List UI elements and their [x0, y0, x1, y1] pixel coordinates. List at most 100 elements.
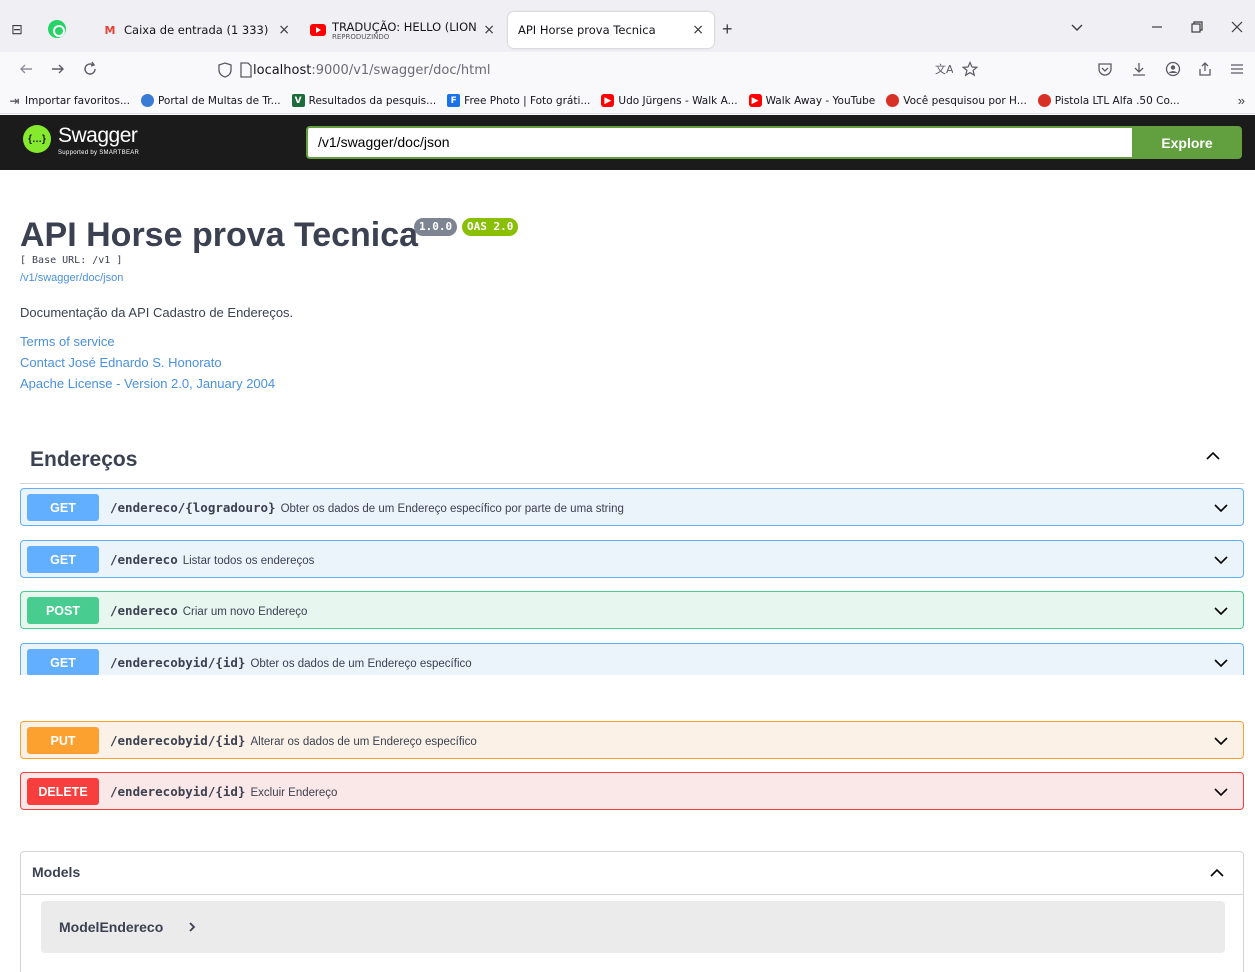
operation-get-endereco-logradouro[interactable]: GET /endereco/{logradouro} Obter os dados…: [20, 488, 1244, 526]
bookmark-label: Pistola LTL Alfa .50 Co...: [1054, 94, 1180, 107]
new-tab-button[interactable]: +: [722, 20, 733, 38]
contact-link[interactable]: Contact José Ednardo S. Honorato: [20, 355, 222, 370]
tab-close-icon[interactable]: ×: [692, 22, 704, 38]
chevron-down-icon: [1214, 737, 1228, 746]
portal-icon: [140, 94, 154, 107]
bookmark-label: Udo Jürgens - Walk A...: [618, 94, 738, 107]
method-badge: GET: [27, 649, 99, 676]
browser-tab-bar: ⊟ M Caixa de entrada (1 333) - ednar × T…: [0, 0, 1255, 52]
operation-post-endereco[interactable]: POST /endereco Criar um novo Endereço: [20, 591, 1244, 629]
back-icon[interactable]: [18, 61, 34, 82]
bookmark-item[interactable]: ▶ Udo Jürgens - Walk A...: [601, 94, 738, 107]
model-item[interactable]: ModelEndereco: [41, 901, 1225, 953]
list-all-tabs-icon[interactable]: [1070, 20, 1084, 37]
operation-delete-enderecobyid[interactable]: DELETE /enderecobyid/{id} Excluir Endereç…: [20, 772, 1244, 810]
operation-summary: Criar um novo Endereço: [182, 606, 308, 618]
spec-json-link[interactable]: /v1/swagger/doc/json: [20, 272, 123, 284]
chevron-down-icon: [1214, 556, 1228, 565]
close-window-icon[interactable]: [1230, 20, 1244, 37]
chevron-up-icon: [1206, 451, 1220, 460]
terms-of-service-link[interactable]: Terms of service: [20, 334, 115, 349]
bookmark-label: Walk Away - YouTube: [765, 94, 876, 107]
translate-icon[interactable]: 文A: [935, 61, 954, 80]
bookmark-item[interactable]: ▶ Walk Away - YouTube: [748, 94, 876, 107]
address-bar[interactable]: localhost:9000/v1/swagger/doc/html 文A: [205, 56, 985, 84]
import-icon: ⇥: [9, 93, 20, 108]
svg-text:文A: 文A: [935, 62, 953, 76]
gmail-icon: M: [104, 23, 116, 37]
tab-close-icon[interactable]: ×: [278, 22, 290, 38]
page-info-icon[interactable]: [239, 62, 253, 83]
bookmark-item[interactable]: Pistola LTL Alfa .50 Co...: [1037, 94, 1180, 107]
store-icon: [886, 94, 900, 107]
restore-icon[interactable]: [1190, 20, 1204, 37]
bookmark-item[interactable]: F Free Photo | Foto gráti...: [447, 94, 590, 107]
tracking-shield-icon[interactable]: [217, 62, 233, 83]
operation-path: /enderecobyid/{id}: [110, 655, 246, 670]
tab-list-icon[interactable]: ⊟: [8, 20, 26, 38]
tab-close-icon[interactable]: ×: [483, 22, 495, 38]
chevron-down-icon: [1214, 659, 1228, 668]
operation-get-endereco[interactable]: GET /endereco Listar todos os endereços: [20, 540, 1244, 578]
bookmark-item[interactable]: Portal de Multas de Tr...: [140, 94, 281, 107]
search-results-icon: V: [291, 94, 305, 107]
bookmark-label: Portal de Multas de Tr...: [157, 94, 281, 107]
chevron-down-icon: [1214, 504, 1228, 513]
tab-swagger-active[interactable]: API Horse prova Tecnica ×: [508, 12, 714, 48]
url-host: localhost: [253, 62, 312, 78]
operation-summary: Excluir Endereço: [250, 787, 338, 799]
method-badge: POST: [27, 597, 99, 624]
reload-icon[interactable]: [82, 61, 98, 82]
explore-button[interactable]: Explore: [1132, 126, 1242, 159]
bookmark-label: Free Photo | Foto gráti...: [464, 94, 591, 107]
minimize-icon[interactable]: [1150, 20, 1164, 37]
license-link[interactable]: Apache License - Version 2.0, January 20…: [20, 376, 275, 391]
bookmark-item[interactable]: Você pesquisou por H...: [886, 94, 1027, 107]
youtube-icon: ▶: [601, 94, 615, 107]
youtube-icon: ▶: [748, 94, 762, 107]
forward-icon[interactable]: [50, 61, 66, 82]
swagger-logo-icon: {…}: [23, 125, 51, 153]
account-icon[interactable]: [1165, 61, 1181, 82]
tab-title: API Horse prova Tecnica: [518, 23, 656, 37]
method-badge: GET: [27, 494, 99, 521]
menu-icon[interactable]: [1229, 61, 1245, 82]
spec-url-input[interactable]: /v1/swagger/doc/json: [306, 126, 1132, 159]
pocket-icon[interactable]: [1097, 61, 1113, 82]
chevron-right-icon: [189, 922, 196, 932]
whatsapp-pinned-tab-icon[interactable]: [48, 20, 66, 38]
chevron-down-icon: [1214, 607, 1228, 616]
chevron-down-icon: [1214, 788, 1228, 797]
tab-gmail[interactable]: M Caixa de entrada (1 333) - ednar ×: [92, 12, 300, 48]
oas-badge: OAS 2.0: [462, 218, 519, 236]
operation-summary: Listar todos os endereços: [182, 555, 315, 567]
chevron-up-icon: [1210, 868, 1224, 877]
bookmark-label: Importar favoritos...: [25, 94, 130, 107]
tag-section-enderecos[interactable]: Endereços: [20, 443, 1244, 484]
operation-put-enderecobyid[interactable]: PUT /enderecobyid/{id} Alterar os dados d…: [20, 721, 1244, 759]
bookmarks-overflow-icon[interactable]: »: [1238, 93, 1245, 108]
operation-summary: Obter os dados de um Endereço específico…: [280, 503, 624, 515]
swagger-logo-text: Swagger: [58, 124, 138, 147]
api-title: API Horse prova Tecnica: [20, 216, 419, 254]
downloads-icon[interactable]: [1131, 61, 1147, 82]
tab-title: TRADUÇÃO: HELLO (LIONEL RI: [332, 19, 477, 34]
tab-title: Caixa de entrada (1 333) - ednar: [124, 23, 272, 37]
api-description: Documentação da API Cadastro de Endereço…: [20, 305, 294, 320]
url-path: :9000/v1/swagger/doc/html: [311, 62, 491, 78]
bookmark-star-icon[interactable]: [961, 61, 979, 82]
bookmark-label: Resultados da pesquis...: [308, 94, 437, 107]
model-name: ModelEndereco: [59, 919, 164, 935]
models-title: Models: [32, 864, 81, 880]
bookmark-item[interactable]: V Resultados da pesquis...: [291, 94, 437, 107]
method-badge: PUT: [27, 727, 99, 754]
bookmark-item[interactable]: ⇥ Importar favoritos...: [8, 93, 130, 108]
freepik-icon: F: [447, 94, 461, 107]
method-badge: GET: [27, 546, 99, 573]
tab-youtube[interactable]: TRADUÇÃO: HELLO (LIONEL RI REPRODUZINDO …: [300, 12, 505, 48]
models-header[interactable]: Models: [21, 852, 1243, 895]
share-icon[interactable]: [1197, 61, 1213, 82]
tab-audio-status: REPRODUZINDO: [332, 32, 390, 41]
base-url: [ Base URL: /v1 ]: [20, 255, 123, 266]
operation-summary: Obter os dados de um Endereço específico: [250, 658, 472, 670]
